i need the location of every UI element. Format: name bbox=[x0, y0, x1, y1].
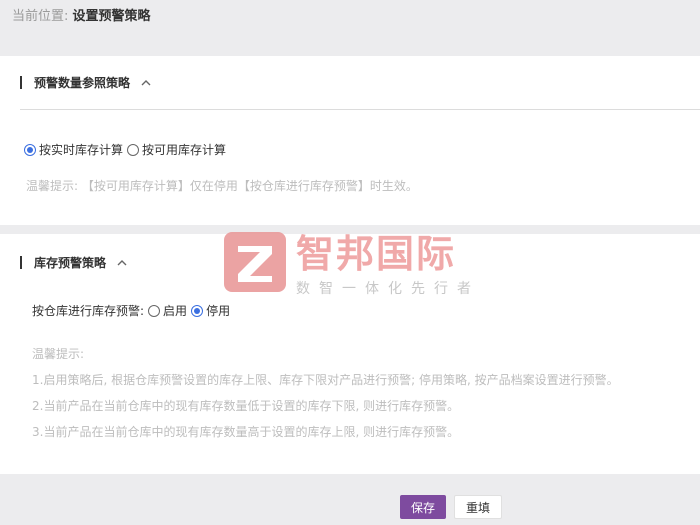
radio-icon-unchecked[interactable] bbox=[148, 304, 161, 317]
breadcrumb-label: 当前位置: bbox=[12, 9, 69, 24]
watermark-title: 智邦国际 bbox=[296, 232, 457, 276]
warehouse-warning-radio-group: 按仓库进行库存预警: 启用 停用 bbox=[32, 302, 234, 319]
chevron-up-icon[interactable] bbox=[140, 76, 152, 88]
reset-button[interactable]: 重填 bbox=[454, 495, 502, 519]
section-marker bbox=[20, 255, 22, 269]
reference-strategy-radio-group: 按实时库存计算 按可用库存计算 bbox=[24, 141, 230, 158]
radio-available-stock[interactable]: 按可用库存计算 bbox=[127, 141, 226, 158]
chevron-up-icon[interactable] bbox=[116, 256, 128, 268]
brand-logo-icon bbox=[224, 232, 286, 292]
save-button[interactable]: 保存 bbox=[400, 495, 446, 519]
radio-enable[interactable]: 启用 bbox=[148, 302, 187, 319]
section1-tip: 温馨提示: 【按可用库存计算】仅在停用【按仓库进行库存预警】时生效。 bbox=[26, 179, 418, 193]
radio-disable[interactable]: 停用 bbox=[191, 302, 230, 319]
radio-label: 按可用库存计算 bbox=[142, 143, 227, 157]
tip-title: 温馨提示: bbox=[32, 347, 85, 361]
reference-strategy-header[interactable]: 预警数量参照策略 bbox=[20, 73, 152, 91]
radio-icon-checked[interactable] bbox=[24, 143, 36, 156]
radio-icon-unchecked[interactable] bbox=[127, 143, 140, 156]
section-title: 库存预警策略 bbox=[34, 255, 107, 270]
radio-realtime-stock[interactable]: 按实时库存计算 bbox=[24, 141, 123, 158]
watermark-subtitle: 数智一体化先行者 bbox=[296, 281, 480, 297]
reference-strategy-panel: 预警数量参照策略 按实时库存计算 按可用库存计算 温馨提示: 【按可用库存计算】… bbox=[0, 56, 700, 225]
section-marker bbox=[20, 75, 22, 89]
section-title: 预警数量参照策略 bbox=[34, 75, 131, 90]
section-divider bbox=[20, 109, 700, 110]
warehouse-warning-label: 按仓库进行库存预警: bbox=[32, 304, 145, 318]
tip-line: 3.当前产品在当前仓库中的现有库存数量高于设置的库存上限, 则进行库存预警。 bbox=[32, 425, 460, 439]
radio-label: 启用 bbox=[163, 304, 188, 318]
breadcrumb-current: 设置预警策略 bbox=[72, 9, 151, 24]
stock-warning-header[interactable]: 库存预警策略 bbox=[20, 253, 128, 271]
tip-line: 1.启用策略后, 根据仓库预警设置的库存上限、库存下限对产品进行预警; 停用策略… bbox=[32, 373, 619, 387]
section2-tips: 温馨提示: 1.启用策略后, 根据仓库预警设置的库存上限、库存下限对产品进行预警… bbox=[32, 341, 619, 445]
breadcrumb: 当前位置: 设置预警策略 bbox=[12, 8, 151, 26]
watermark: 智邦国际 数智一体化先行者 bbox=[224, 232, 480, 298]
radio-label: 停用 bbox=[206, 304, 231, 318]
radio-label: 按实时库存计算 bbox=[39, 143, 124, 157]
tip-line: 2.当前产品在当前仓库中的现有库存数量低于设置的库存下限, 则进行库存预警。 bbox=[32, 399, 460, 413]
radio-icon-checked[interactable] bbox=[191, 304, 204, 317]
